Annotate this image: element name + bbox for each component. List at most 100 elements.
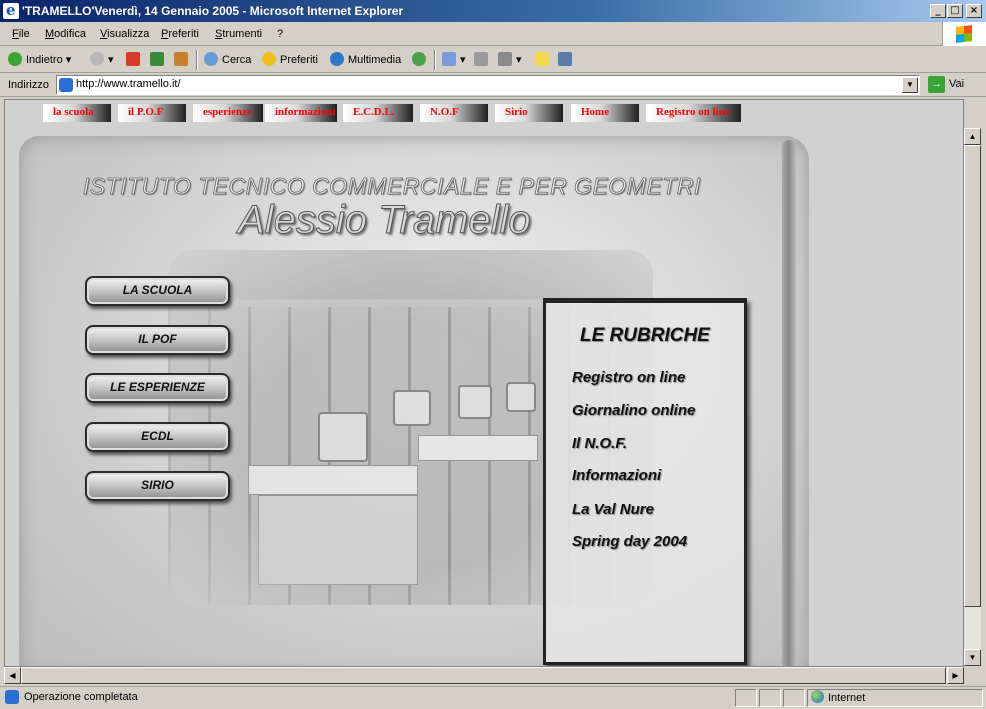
url-input[interactable] — [76, 78, 896, 90]
go-label: Vai — [949, 78, 965, 90]
button-la-scuola[interactable]: LA SCUOLA — [85, 276, 230, 306]
address-field[interactable]: ▼ — [56, 75, 920, 95]
window-titlebar: 'TRAMELLO'Venerdì, 14 Gennaio 2005 - Mic… — [0, 0, 986, 22]
menu-help[interactable]: ? — [277, 28, 283, 40]
scroll-right-button[interactable]: ▶ — [947, 667, 964, 684]
maximize-button[interactable]: □ — [947, 4, 963, 18]
edit-icon — [498, 52, 512, 66]
horizontal-scrollbar[interactable]: ◀ ▶ — [4, 667, 964, 684]
refresh-icon — [150, 52, 164, 66]
scroll-down-button[interactable]: ▼ — [964, 649, 981, 666]
address-dropdown-button[interactable]: ▼ — [902, 77, 918, 93]
back-label: Indietro — [26, 54, 63, 66]
menu-modifica[interactable]: Modifica — [45, 28, 86, 40]
button-le-esperienze[interactable]: LE ESPERIENZE — [85, 373, 230, 403]
refresh-button[interactable] — [150, 52, 168, 68]
rubrica-link[interactable]: Informazioni — [572, 467, 661, 484]
page-viewport: la scuola il P.O.F esperienze informazio… — [4, 99, 964, 667]
go-arrow-icon: → — [928, 76, 945, 93]
status-text: Operazione completata — [24, 691, 138, 703]
panel-edge — [782, 140, 796, 666]
button-il-pof[interactable]: IL POF — [85, 325, 230, 355]
windows-logo-icon — [942, 22, 986, 46]
print-button[interactable] — [474, 52, 492, 68]
stop-button[interactable] — [126, 52, 144, 68]
scroll-up-button[interactable]: ▲ — [964, 128, 981, 145]
home-button[interactable] — [174, 52, 192, 68]
horizontal-scroll-thumb[interactable] — [21, 667, 946, 684]
vertical-scroll-thumb[interactable] — [964, 145, 981, 607]
mail-icon — [442, 52, 456, 66]
security-zone: Internet — [811, 690, 865, 704]
favorites-button[interactable]: Preferiti — [262, 52, 318, 68]
nav-ecdl[interactable]: E.C.D.L. — [343, 104, 413, 122]
address-label: Indirizzo — [8, 79, 49, 91]
favorites-label: Preferiti — [280, 54, 318, 66]
media-icon — [330, 52, 344, 66]
edit-button[interactable]: ▾ — [498, 52, 522, 68]
back-arrow-icon — [8, 52, 22, 66]
school-name: Alessio Tramello — [238, 198, 532, 243]
rubrica-link[interactable]: Giornalino online — [572, 402, 695, 419]
ie-icon — [3, 1, 19, 19]
status-bar: Operazione completata Internet — [0, 686, 986, 709]
button-ecdl[interactable]: ECDL — [85, 422, 230, 452]
rubrica-link[interactable]: La Val Nure — [572, 501, 654, 518]
search-icon — [204, 52, 218, 66]
close-button[interactable]: × — [966, 4, 982, 18]
rubriche-title: LE RUBRICHE — [580, 325, 710, 346]
back-button[interactable]: Indietro ▾ — [8, 52, 71, 68]
nav-home[interactable]: Home — [571, 104, 639, 122]
status-cell — [735, 689, 757, 707]
discuss-button[interactable] — [535, 52, 553, 68]
address-bar: Indirizzo ▼ → Vai — [0, 73, 986, 97]
nav-la-scuola[interactable]: la scuola — [43, 104, 111, 122]
nav-sirio[interactable]: Sirio — [495, 104, 563, 122]
search-label: Cerca — [222, 54, 252, 66]
nav-esperienze[interactable]: esperienze — [193, 104, 263, 122]
stop-icon — [126, 52, 140, 66]
menu-visualizza[interactable]: Visualizza — [100, 28, 149, 40]
vertical-scrollbar[interactable]: ▲ ▼ — [964, 128, 981, 666]
forward-button[interactable]: ▾ — [90, 52, 114, 68]
institute-heading: ISTITUTO TECNICO COMMERCIALE E PER GEOME… — [83, 173, 701, 200]
messenger-icon — [558, 52, 572, 66]
history-button[interactable] — [412, 52, 430, 68]
toolbar-separator — [434, 50, 436, 70]
media-label: Multimedia — [348, 54, 402, 66]
menu-preferiti[interactable]: Preferiti — [161, 28, 199, 40]
print-icon — [474, 52, 488, 66]
history-icon — [412, 52, 426, 66]
status-cell — [759, 689, 781, 707]
home-icon — [174, 52, 188, 66]
mail-button[interactable]: ▾ — [442, 52, 466, 68]
window-title: 'TRAMELLO'Venerdì, 14 Gennaio 2005 - Mic… — [22, 4, 404, 18]
star-icon — [262, 52, 276, 66]
nav-pof[interactable]: il P.O.F — [118, 104, 186, 122]
toolbar-separator — [196, 50, 198, 70]
status-cell — [783, 689, 805, 707]
media-button[interactable]: Multimedia — [330, 52, 401, 68]
nav-informazioni[interactable]: informazioni — [265, 104, 337, 122]
minimize-button[interactable]: _ — [930, 4, 946, 18]
rubrica-link[interactable]: Registro on line — [572, 369, 685, 386]
globe-icon — [811, 690, 824, 703]
page-done-icon — [5, 690, 19, 704]
standard-toolbar: Indietro ▾ ▾ Cerca Preferiti Multimedia … — [0, 47, 986, 73]
menu-file[interactable]: File — [12, 28, 30, 40]
go-button[interactable]: → Vai — [928, 76, 964, 93]
nav-nof[interactable]: N.O.F — [420, 104, 488, 122]
search-button[interactable]: Cerca — [204, 52, 251, 68]
zone-label: Internet — [828, 692, 866, 704]
rubrica-link[interactable]: Spring day 2004 — [572, 533, 687, 550]
menu-strumenti[interactable]: Strumenti — [215, 28, 262, 40]
scroll-left-button[interactable]: ◀ — [4, 667, 21, 684]
forward-arrow-icon — [90, 52, 104, 66]
button-sirio[interactable]: SIRIO — [85, 471, 230, 501]
rubriche-box: LE RUBRICHE Registro on line Giornalino … — [543, 298, 747, 665]
nav-registro-online[interactable]: Registro on line — [646, 104, 741, 122]
rubrica-link[interactable]: Il N.O.F. — [572, 435, 627, 452]
page-icon — [59, 78, 73, 92]
menu-bar: File Modifica Visualizza Preferiti Strum… — [0, 22, 986, 46]
messenger-button[interactable] — [558, 52, 576, 68]
